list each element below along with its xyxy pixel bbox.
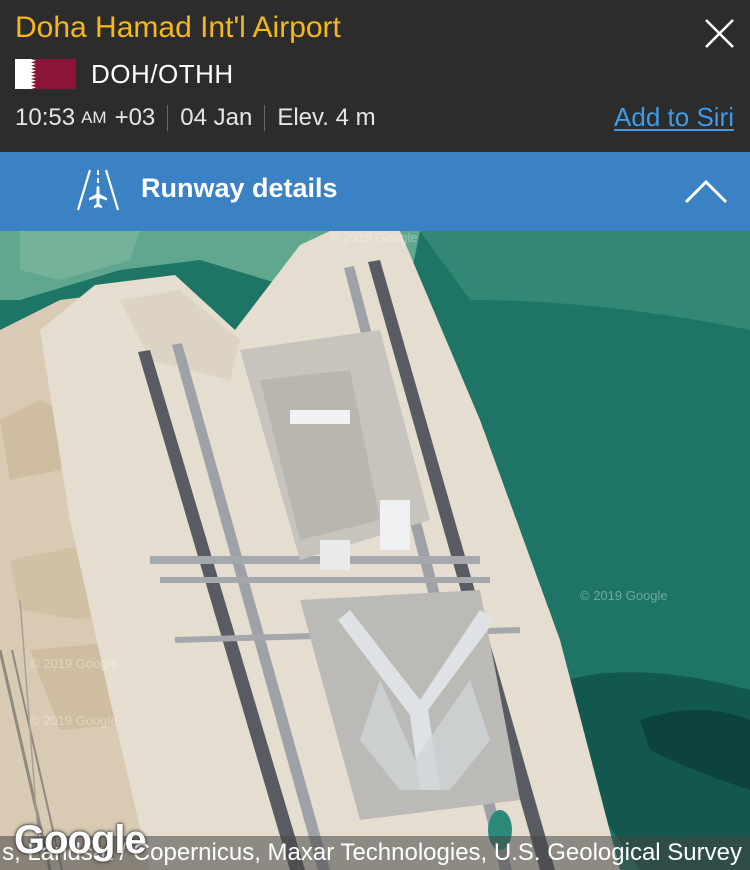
satellite-map-image: © 2019 Google © 2019 Google © 2019 Googl… bbox=[0, 231, 750, 870]
satellite-map[interactable]: © 2019 Google © 2019 Google © 2019 Googl… bbox=[0, 231, 750, 870]
elevation: Elev. 4 m bbox=[277, 104, 376, 131]
airport-name: Doha Hamad Int'l Airport bbox=[15, 11, 341, 44]
add-to-siri-link[interactable]: Add to Siri bbox=[614, 102, 734, 133]
time-ampm: AM bbox=[81, 108, 107, 127]
timezone-offset: +03 bbox=[114, 104, 156, 131]
divider bbox=[264, 105, 266, 131]
svg-text:© 2019 Google: © 2019 Google bbox=[30, 656, 118, 671]
local-date: 04 Jan bbox=[180, 104, 253, 131]
airport-header: Doha Hamad Int'l Airport DOH/OTHH 10:53 … bbox=[0, 0, 750, 152]
qatar-flag-icon bbox=[15, 59, 76, 89]
local-time: 10:53 bbox=[15, 104, 76, 131]
google-logo: Google bbox=[14, 818, 147, 862]
airport-info-row: 10:53 AM +03 04 Jan Elev. 4 m bbox=[15, 102, 376, 134]
svg-text:© 2019 Google: © 2019 Google bbox=[30, 713, 118, 728]
divider bbox=[167, 105, 169, 131]
close-icon[interactable] bbox=[700, 13, 740, 53]
airport-codes-row: DOH/OTHH bbox=[15, 58, 234, 90]
airport-iata-icao: DOH/OTHH bbox=[91, 58, 234, 89]
chevron-up-icon[interactable] bbox=[682, 172, 730, 212]
runway-details-label: Runway details bbox=[141, 173, 338, 203]
runway-airplane-icon bbox=[76, 169, 120, 211]
svg-text:© 2019 Google: © 2019 Google bbox=[580, 588, 668, 603]
svg-text:© 2019 Google: © 2019 Google bbox=[330, 231, 418, 245]
